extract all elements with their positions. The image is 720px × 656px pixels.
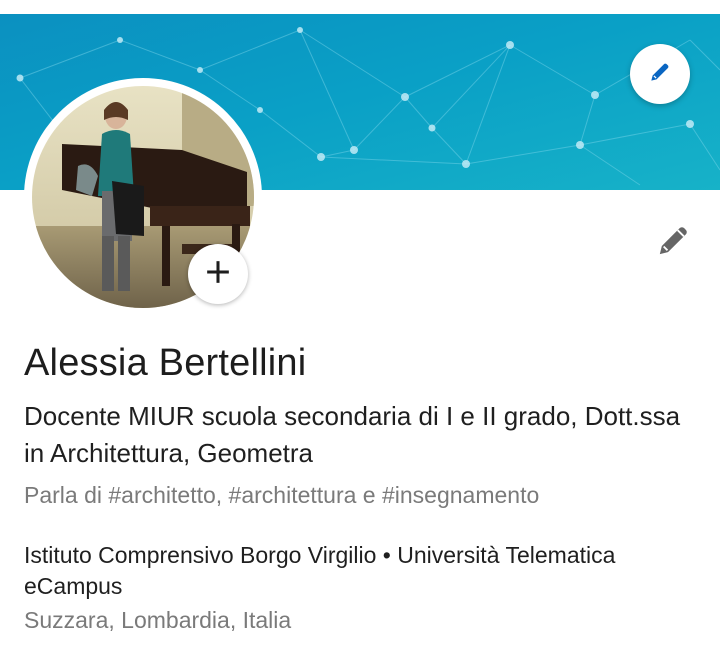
pencil-icon: [654, 220, 694, 265]
pencil-icon: [647, 59, 673, 90]
profile-headline: Docente MIUR scuola secondaria di I e II…: [24, 401, 681, 468]
status-bar-gap: [0, 0, 720, 14]
plus-icon: [205, 259, 231, 290]
add-photo-button[interactable]: [188, 244, 248, 304]
edit-banner-button[interactable]: [630, 44, 690, 104]
profile-intro-card: Alessia Bertellini Docente MIUR scuola s…: [0, 0, 720, 656]
edit-intro-button[interactable]: [650, 218, 698, 266]
profile-name: Alessia Bertellini: [24, 342, 307, 384]
profile-location: Suzzara, Lombardia, Italia: [24, 607, 292, 633]
profile-topics: Parla di #architetto, #architettura e #i…: [24, 482, 540, 508]
profile-education[interactable]: Istituto Comprensivo Borgo Virgilio • Un…: [24, 540, 714, 602]
